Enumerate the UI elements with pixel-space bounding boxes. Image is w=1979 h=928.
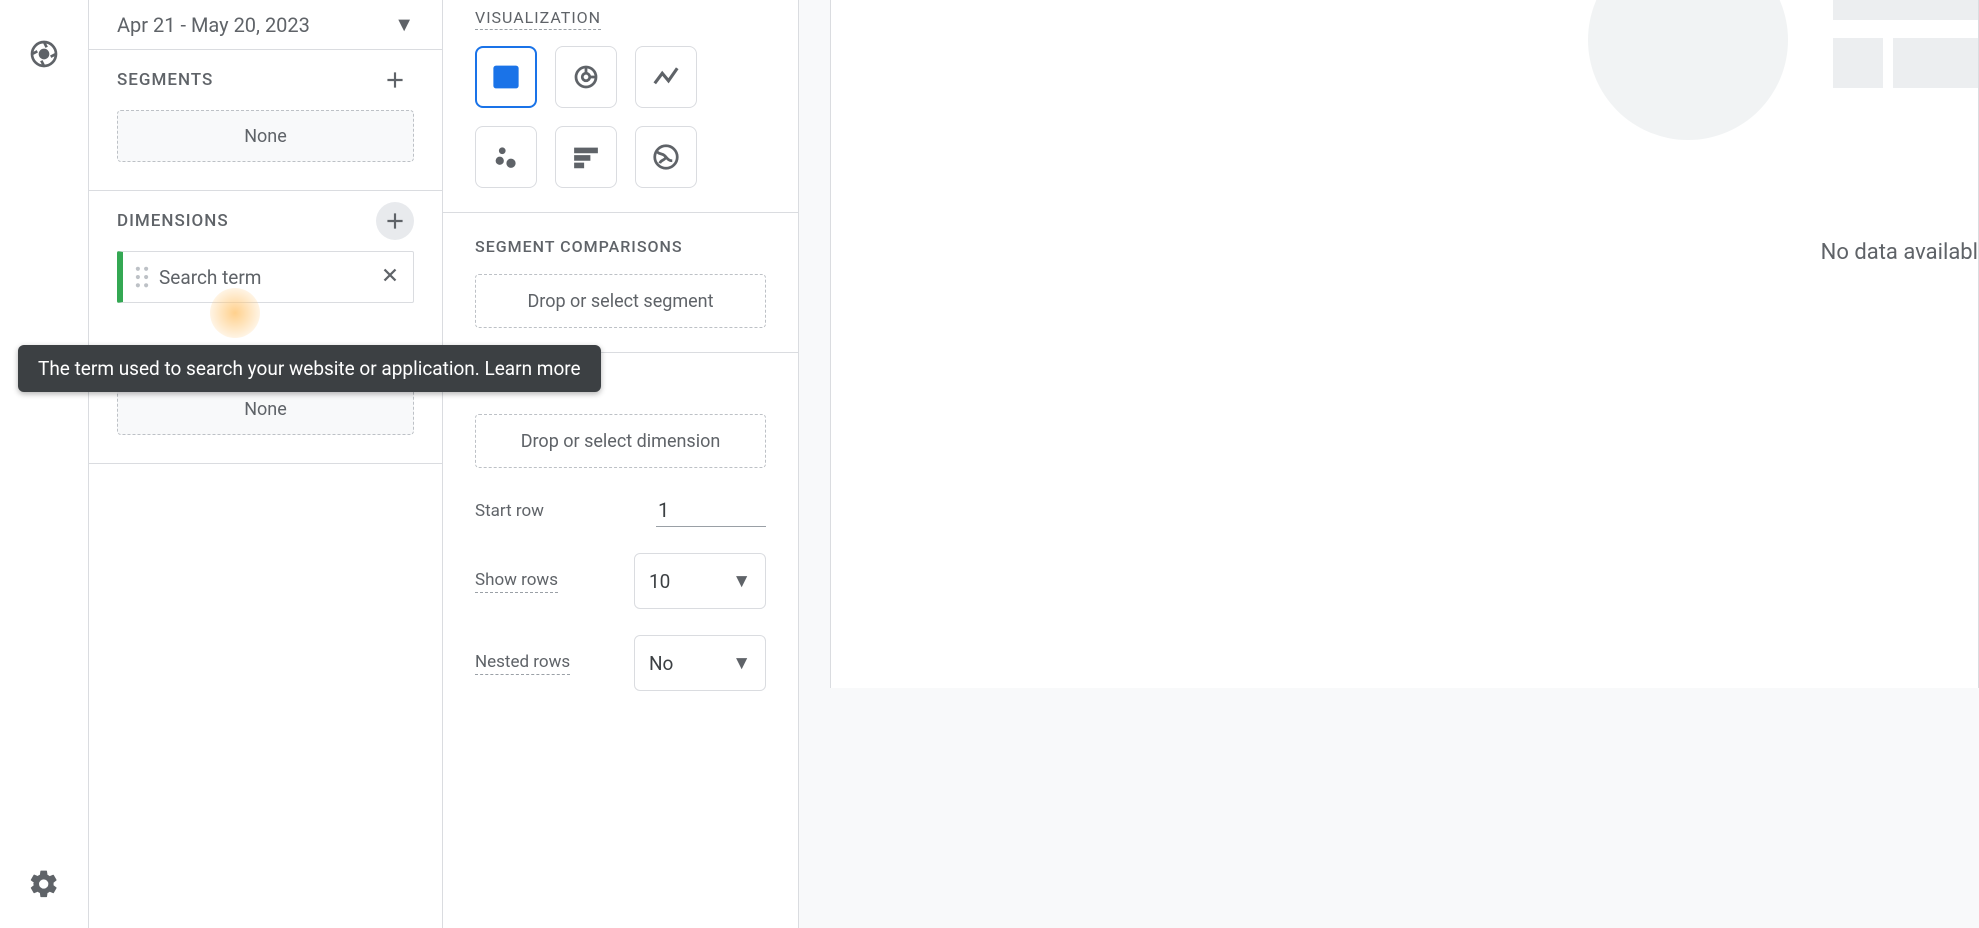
- date-range-picker[interactable]: Apr 21 - May 20, 2023 ▼: [89, 0, 442, 50]
- show-rows-value: 10: [649, 570, 670, 593]
- nested-rows-value: No: [649, 652, 673, 675]
- viz-scatter-button[interactable]: [475, 126, 537, 188]
- segments-label: SEGMENTS: [117, 70, 213, 90]
- placeholder-shape: [1833, 38, 1883, 88]
- segment-comparisons-label: SEGMENT COMPARISONS: [475, 237, 766, 256]
- chevron-down-icon: ▼: [394, 12, 414, 37]
- variables-panel: Apr 21 - May 20, 2023 ▼ SEGMENTS None DI…: [88, 0, 443, 928]
- remove-icon[interactable]: [379, 264, 401, 290]
- dimensions-label: DIMENSIONS: [117, 211, 229, 231]
- viz-geo-button[interactable]: [635, 126, 697, 188]
- visualization-label: VISUALIZATION: [475, 8, 601, 30]
- start-row-input[interactable]: [656, 494, 766, 527]
- tooltip: The term used to search your website or …: [18, 345, 601, 392]
- dimension-chip-search-term[interactable]: Search term: [117, 251, 414, 303]
- dimension-chip-label: Search term: [159, 266, 379, 289]
- nested-rows-label: Nested rows: [475, 652, 570, 675]
- drop-segment[interactable]: Drop or select segment: [475, 274, 766, 328]
- add-segment-button[interactable]: [376, 61, 414, 99]
- start-row-label: Start row: [475, 501, 544, 521]
- viz-bar-button[interactable]: [555, 126, 617, 188]
- left-nav: [0, 0, 88, 928]
- show-rows-select[interactable]: 10 ▼: [634, 553, 766, 609]
- chevron-down-icon: ▼: [732, 569, 751, 593]
- drop-dimension[interactable]: Drop or select dimension: [475, 414, 766, 468]
- placeholder-shape: [1588, 0, 1788, 140]
- explore-icon[interactable]: [20, 30, 68, 78]
- viz-donut-button[interactable]: [555, 46, 617, 108]
- date-range-text: Apr 21 - May 20, 2023: [117, 13, 310, 37]
- tab-settings-panel: VISUALIZATION SEGMENT COMPARISONS Drop o…: [443, 0, 799, 928]
- report-canvas: No data availabl: [830, 0, 1979, 928]
- add-dimension-button[interactable]: [376, 202, 414, 240]
- drag-handle-icon: [135, 266, 149, 288]
- viz-table-button[interactable]: [475, 46, 537, 108]
- viz-line-button[interactable]: [635, 46, 697, 108]
- gear-icon[interactable]: [20, 860, 68, 908]
- segments-none[interactable]: None: [117, 110, 414, 162]
- no-data-text: No data availabl: [1821, 240, 1978, 265]
- placeholder-shape: [1833, 0, 1978, 20]
- chevron-down-icon: ▼: [732, 651, 751, 675]
- show-rows-label: Show rows: [475, 570, 558, 593]
- nested-rows-select[interactable]: No ▼: [634, 635, 766, 691]
- placeholder-shape: [1893, 38, 1978, 88]
